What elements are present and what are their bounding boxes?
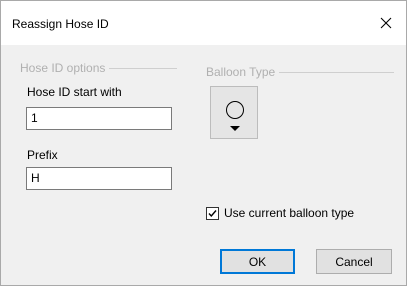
prefix-input[interactable]: H bbox=[26, 167, 172, 190]
reassign-hose-id-dialog: Reassign Hose ID Hose ID options Hose ID… bbox=[0, 0, 407, 286]
balloon-type-group: Balloon Type bbox=[206, 65, 394, 79]
use-current-balloon-checkbox[interactable] bbox=[206, 206, 219, 220]
hose-id-start-label: Hose ID start with bbox=[27, 85, 122, 99]
use-current-balloon-option[interactable]: Use current balloon type bbox=[206, 206, 354, 220]
circle-balloon-dropdown-icon bbox=[226, 101, 244, 131]
prefix-label: Prefix bbox=[27, 148, 58, 162]
balloon-type-button[interactable] bbox=[210, 86, 258, 139]
hose-id-start-input[interactable]: 1 bbox=[26, 107, 172, 130]
hose-id-options-legend: Hose ID options bbox=[20, 61, 110, 75]
balloon-type-legend: Balloon Type bbox=[206, 65, 280, 79]
use-current-balloon-label: Use current balloon type bbox=[224, 206, 355, 220]
checkmark-icon bbox=[208, 209, 217, 217]
ok-button[interactable]: OK bbox=[220, 249, 295, 274]
close-button[interactable] bbox=[366, 1, 406, 45]
dialog-title: Reassign Hose ID bbox=[12, 17, 109, 31]
close-icon bbox=[380, 17, 392, 29]
title-bar: Reassign Hose ID bbox=[1, 1, 406, 45]
hose-id-options-group: Hose ID options bbox=[20, 61, 177, 75]
cancel-button[interactable]: Cancel bbox=[316, 249, 392, 274]
